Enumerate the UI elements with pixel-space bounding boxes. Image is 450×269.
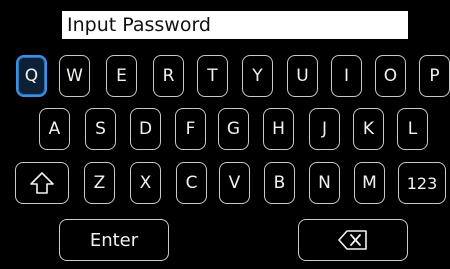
key-p[interactable]: P — [419, 55, 450, 97]
key-f[interactable]: F — [175, 108, 206, 150]
key-y[interactable]: Y — [242, 55, 273, 97]
key-a[interactable]: A — [39, 108, 70, 150]
key-x[interactable]: X — [130, 162, 161, 204]
key-z[interactable]: Z — [84, 162, 115, 204]
key-m[interactable]: M — [354, 162, 385, 204]
key-b[interactable]: B — [264, 162, 295, 204]
shift-arrow-icon — [30, 172, 54, 194]
backspace-icon — [338, 230, 367, 250]
key-j[interactable]: J — [309, 108, 340, 150]
backspace-button[interactable] — [298, 219, 408, 261]
key-c[interactable]: C — [176, 162, 207, 204]
numbers-key[interactable]: 123 — [398, 162, 446, 204]
shift-key[interactable] — [15, 162, 69, 204]
key-t[interactable]: T — [197, 55, 228, 97]
password-keyboard-screen: Input Password Q W E R T Y U I O P A S D… — [0, 0, 450, 269]
enter-button[interactable]: Enter — [59, 219, 169, 261]
key-h[interactable]: H — [263, 108, 294, 150]
key-k[interactable]: K — [353, 108, 384, 150]
key-i[interactable]: I — [331, 55, 362, 97]
key-r[interactable]: R — [153, 55, 184, 97]
key-d[interactable]: D — [130, 108, 161, 150]
key-q[interactable]: Q — [16, 55, 47, 97]
key-s[interactable]: S — [85, 108, 116, 150]
key-l[interactable]: L — [397, 108, 428, 150]
key-g[interactable]: G — [218, 108, 249, 150]
key-w[interactable]: W — [59, 55, 90, 97]
key-u[interactable]: U — [287, 55, 318, 97]
key-e[interactable]: E — [106, 55, 137, 97]
key-n[interactable]: N — [309, 162, 340, 204]
key-o[interactable]: O — [375, 55, 406, 97]
key-v[interactable]: V — [219, 162, 250, 204]
password-input[interactable]: Input Password — [62, 11, 408, 39]
